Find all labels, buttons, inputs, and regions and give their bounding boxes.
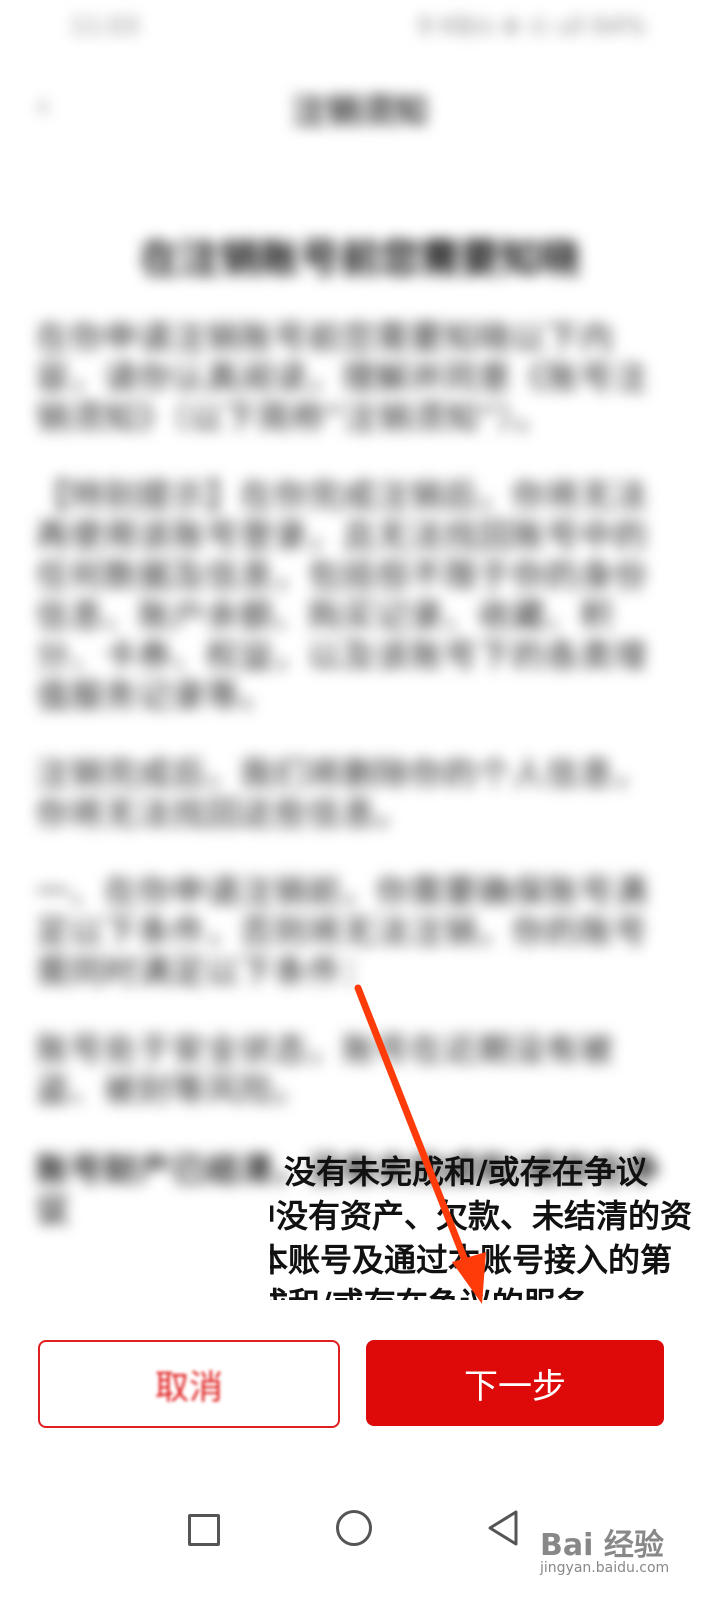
paragraph-5: 账号处于安全状态，账号在近期没有被盗、被封等风险。 xyxy=(36,1030,614,1109)
document-title: 在注销账号前您需要知晓 xyxy=(140,236,580,282)
next-step-button[interactable]: 下一步 xyxy=(366,1340,664,1426)
status-time: 11:03 xyxy=(70,12,140,40)
home-icon[interactable] xyxy=(336,1510,372,1546)
snippet-line-1: 没有未完成和/或存在争议 xyxy=(284,1153,648,1191)
paragraph-3: 注销完成后，我们将删除你的个人信息，你将无法找回这些信息。 xyxy=(36,754,648,833)
background-content: 11:03 9 KB/s ⊕ ⊙ ull 64% ‹ 注销须知 在注销账号前您需… xyxy=(0,0,720,1300)
page-title: 注销须知 xyxy=(292,92,428,132)
watermark-url: jingyan.baidu.com xyxy=(540,1560,670,1576)
cancel-label: 取消 xyxy=(155,1367,223,1408)
baidu-watermark: Bai 经验 jingyan.baidu.com xyxy=(540,1520,710,1590)
action-buttons: 取消 下一步 xyxy=(0,1340,720,1430)
readable-text-snippet: 没有未完成和/或存在争议 中没有资产、欠款、未结清的资 本账号及通过本账号接入的… xyxy=(270,1150,700,1300)
watermark-logo-text: Bai 经验 xyxy=(540,1528,664,1563)
back-triangle-icon[interactable] xyxy=(486,1508,520,1548)
paragraph-4: 一、在你申请注销前，你需要确保账号满足以下条件，否则将无法注销，你的账号需同时满… xyxy=(36,872,648,991)
snippet-line-4: 有未完成和/或存在争议的服务。 xyxy=(270,1282,700,1300)
status-bar: 11:03 9 KB/s ⊕ ⊙ ull 64% xyxy=(0,6,720,46)
next-step-label: 下一步 xyxy=(464,1366,566,1407)
snippet-line-2: 中没有资产、欠款、未结清的资 xyxy=(270,1197,693,1235)
paragraph-2: 【特别提示】在你完成注销后，你将无法再使用该账号登录，且无法找回账号中的任何数据… xyxy=(36,476,648,715)
recent-apps-icon[interactable] xyxy=(188,1514,220,1546)
snippet-line-3: 本账号及通过本账号接入的第 xyxy=(270,1241,673,1279)
cancel-button[interactable]: 取消 xyxy=(38,1340,340,1428)
status-indicators: 9 KB/s ⊕ ⊙ ull 64% xyxy=(417,12,646,40)
page-header: ‹ 注销须知 xyxy=(0,76,720,136)
paragraph-1: 在你申请注销账号前您需要知晓以下内容，请你认真阅读，理解并同意《账号注销须知》（… xyxy=(36,318,648,437)
